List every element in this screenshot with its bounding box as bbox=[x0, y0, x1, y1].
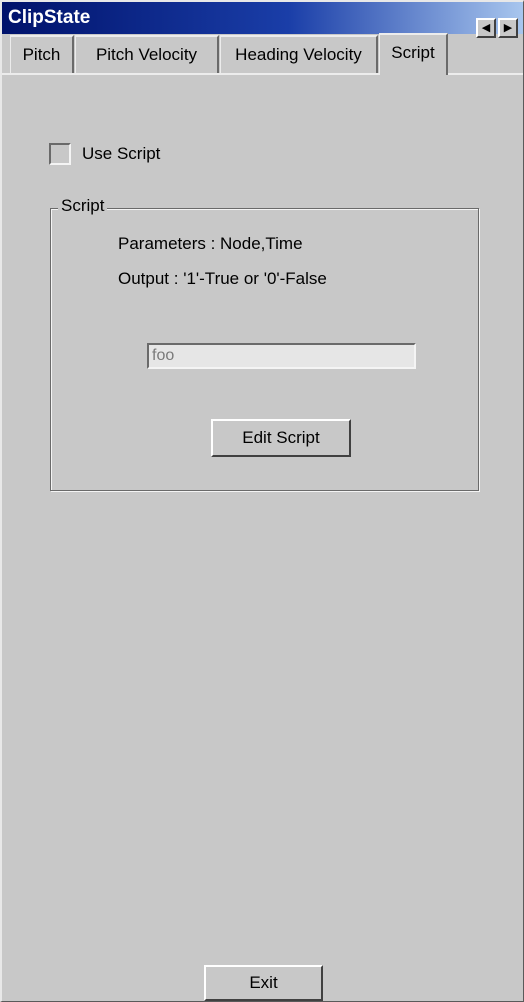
tab-script[interactable]: Script bbox=[379, 33, 448, 75]
exit-button[interactable]: Exit bbox=[204, 965, 323, 1001]
use-script-label[interactable]: Use Script bbox=[82, 144, 160, 164]
tab-heading-velocity[interactable]: Heading Velocity bbox=[220, 35, 378, 73]
edit-script-button[interactable]: Edit Script bbox=[211, 419, 351, 457]
tab-scroll-right-icon[interactable]: ▶ bbox=[498, 18, 518, 38]
tab-pitch-velocity[interactable]: Pitch Velocity bbox=[75, 35, 219, 73]
tab-scroll-left-icon[interactable]: ◀ bbox=[476, 18, 496, 38]
output-text: Output : '1'-True or '0'-False bbox=[118, 269, 327, 288]
window-title: ClipState bbox=[2, 2, 523, 34]
use-script-checkbox[interactable] bbox=[49, 143, 71, 165]
script-group-legend: Script bbox=[58, 196, 108, 216]
clipstate-window: ClipState Pitch Pitch Velocity Heading V… bbox=[0, 0, 524, 1002]
parameters-text: Parameters : Node,Time bbox=[118, 234, 303, 253]
tab-pitch[interactable]: Pitch bbox=[10, 35, 74, 73]
tab-strip: Pitch Pitch Velocity Heading Velocity Sc… bbox=[2, 33, 523, 75]
script-name-field[interactable] bbox=[147, 343, 416, 369]
